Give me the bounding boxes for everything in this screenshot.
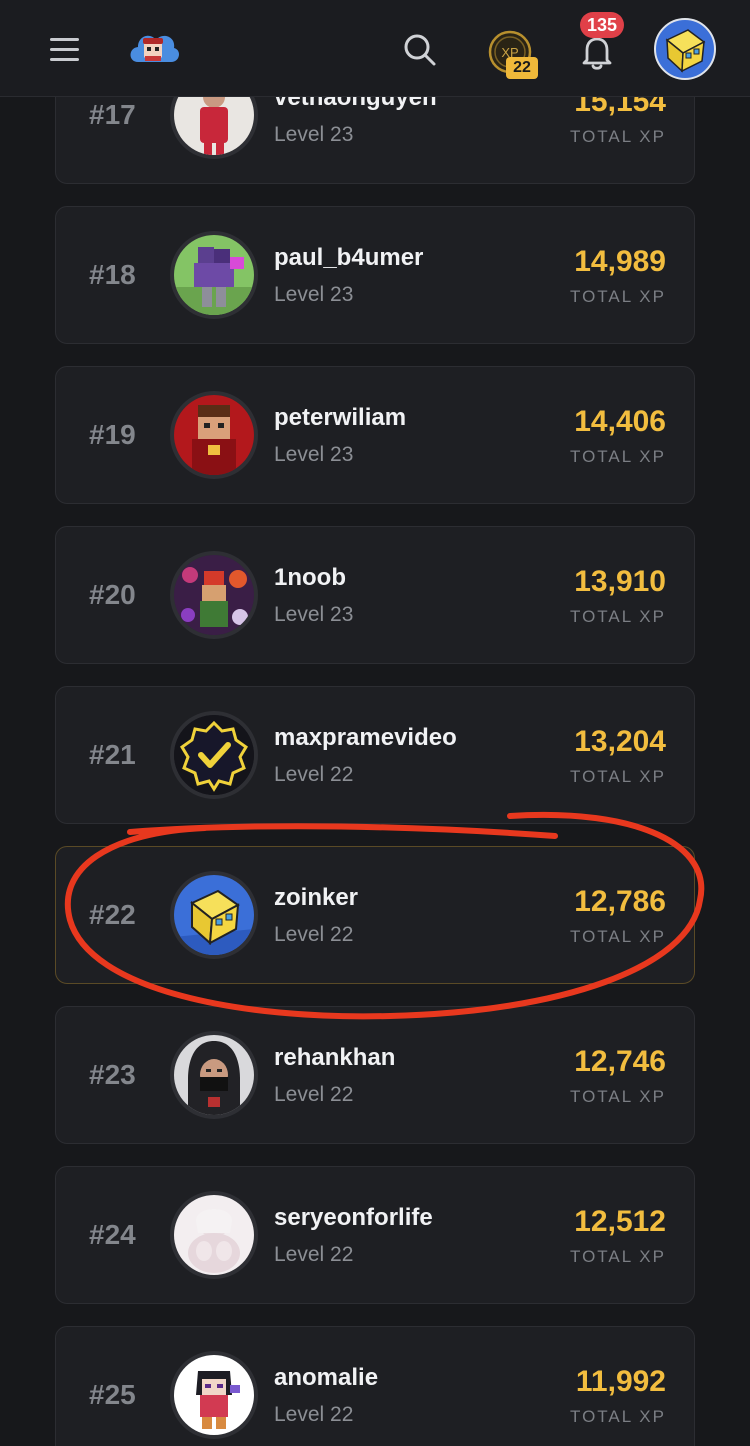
rank-label: #22 xyxy=(89,899,136,930)
username[interactable]: seryeonforlife xyxy=(274,1203,433,1233)
xp-value: 13,204 xyxy=(574,725,666,758)
rank-label: #25 xyxy=(89,1379,136,1410)
user-avatar[interactable] xyxy=(174,395,254,475)
xp-value: 12,512 xyxy=(574,1205,666,1238)
user-level: Level 22 xyxy=(274,923,354,946)
rank-label: #20 xyxy=(89,579,136,610)
user-avatar[interactable] xyxy=(174,875,254,955)
leaderboard-row[interactable]: #18 paul_b4umer Level 23 14,989 TOTAL XP xyxy=(55,206,695,344)
user-level: Level 22 xyxy=(274,763,354,786)
leaderboard-list: #17 vethaonguyen Level 23 15,154 TOTAL X… xyxy=(0,0,750,1446)
leaderboard-row[interactable]: #21 maxpramevideo Level 22 13,204 TOTAL … xyxy=(55,686,695,824)
username[interactable]: 1noob xyxy=(274,563,346,593)
rank-label: #19 xyxy=(89,419,136,450)
user-avatar[interactable] xyxy=(174,1355,254,1435)
rank-label: #24 xyxy=(89,1219,136,1250)
xp-label: TOTAL XP xyxy=(570,1247,666,1266)
xp-label: TOTAL XP xyxy=(570,1087,666,1106)
xp-level-badge: 22 xyxy=(506,57,538,79)
xp-label: TOTAL XP xyxy=(570,447,666,466)
rank-label: #21 xyxy=(89,739,136,770)
leaderboard-page: #17 vethaonguyen Level 23 15,154 TOTAL X… xyxy=(0,0,750,1446)
leaderboard-row[interactable]: #19 peterwiliam Level 23 14,406 TOTAL XP xyxy=(55,366,695,504)
search-icon[interactable] xyxy=(402,32,438,68)
user-level: Level 23 xyxy=(274,283,354,306)
user-avatar[interactable] xyxy=(174,1195,254,1275)
rank-label: #18 xyxy=(89,259,136,290)
user-level: Level 22 xyxy=(274,1083,354,1106)
leaderboard-row[interactable]: #23 rehankhan Level 22 12,746 TOTAL XP xyxy=(55,1006,695,1144)
xp-label: TOTAL XP xyxy=(570,287,666,306)
user-level: Level 22 xyxy=(274,1403,354,1426)
username[interactable]: peterwiliam xyxy=(274,403,406,433)
username[interactable]: paul_b4umer xyxy=(274,243,423,273)
leaderboard-row[interactable]: #25 anomalie Level 22 11,992 TOTAL XP xyxy=(55,1326,695,1446)
rank-label: #17 xyxy=(89,99,136,130)
username[interactable]: maxpramevideo xyxy=(274,723,457,753)
leaderboard-row[interactable]: #20 1noob Level 23 13,910 TOTAL XP xyxy=(55,526,695,664)
rank-label: #23 xyxy=(89,1059,136,1090)
xp-value: 13,910 xyxy=(574,565,666,598)
xp-label: TOTAL XP xyxy=(570,927,666,946)
user-level: Level 23 xyxy=(274,443,354,466)
user-avatar[interactable] xyxy=(174,715,254,795)
xp-value: 14,989 xyxy=(574,245,666,278)
username[interactable]: rehankhan xyxy=(274,1043,395,1073)
user-level: Level 22 xyxy=(274,1243,354,1266)
xp-value: 12,786 xyxy=(574,885,666,918)
username[interactable]: anomalie xyxy=(274,1363,378,1393)
user-level: Level 23 xyxy=(274,123,354,146)
leaderboard-row[interactable]: #24 seryeonforlife Level 22 12,512 TOTAL… xyxy=(55,1166,695,1304)
user-avatar[interactable] xyxy=(174,235,254,315)
user-level: Level 23 xyxy=(274,603,354,626)
hamburger-menu-icon[interactable] xyxy=(50,38,80,62)
username[interactable]: zoinker xyxy=(274,883,358,913)
xp-value: 11,992 xyxy=(575,1365,666,1398)
cube-avatar-icon[interactable] xyxy=(654,18,716,80)
notification-count-badge: 135 xyxy=(580,12,625,38)
top-navigation-bar: XP 22 135 xyxy=(0,0,750,97)
bell-icon[interactable] xyxy=(579,34,615,70)
user-avatar[interactable] xyxy=(174,555,254,635)
xp-label: TOTAL XP xyxy=(570,127,666,146)
xp-label: TOTAL XP xyxy=(570,767,666,786)
xp-label: TOTAL XP xyxy=(570,607,666,626)
user-avatar[interactable] xyxy=(174,1035,254,1115)
xp-value: 12,746 xyxy=(574,1045,666,1078)
cloud-logo-icon[interactable] xyxy=(126,26,180,68)
xp-value: 14,406 xyxy=(574,405,666,438)
xp-label: TOTAL XP xyxy=(570,1407,666,1426)
leaderboard-row-current-user[interactable]: #22 zoinker Level 22 12,786 TOTAL XP xyxy=(55,846,695,984)
verified-badge-icon xyxy=(174,715,254,795)
